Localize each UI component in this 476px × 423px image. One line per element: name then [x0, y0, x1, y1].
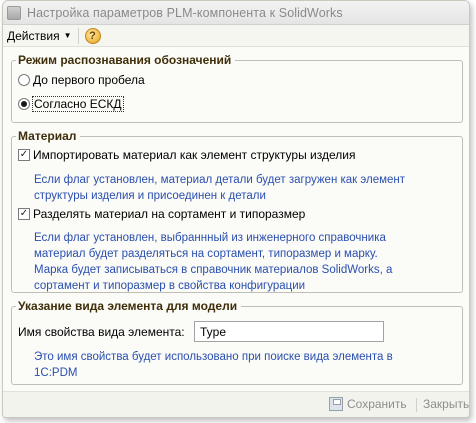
window-title: Настройка параметров PLM-компонента к So…	[27, 5, 343, 20]
radio-eskd[interactable]: Согласно ЕСКД	[18, 96, 124, 112]
element-type-hint-line1: Это имя свойства будет использовано при …	[34, 351, 393, 363]
button-bar: Сохранить Закрыть	[3, 391, 469, 417]
element-type-hint: Это имя свойства будет использовано при …	[34, 349, 454, 381]
split-material-check[interactable]: ✓	[18, 208, 30, 220]
split-hint-line3: Марка будет записываться в справочник ма…	[34, 264, 393, 276]
title-bar[interactable]: Настройка параметров PLM-компонента к So…	[3, 1, 469, 25]
app-icon	[7, 5, 21, 20]
import-hint-line2: структуры изделия и присоединен к детали	[34, 190, 266, 202]
element-type-group: Указание вида элемента для модели Имя св…	[11, 299, 463, 385]
import-hint-line1: Если флаг установлен, материал детали бу…	[34, 174, 406, 186]
toolbar-separator	[77, 27, 79, 44]
import-material-checkbox[interactable]: ✓ Импортировать материал как элемент стр…	[18, 148, 355, 162]
save-icon	[329, 397, 343, 411]
split-hint-line1: Если флаг установлен, выбраннный из инже…	[34, 232, 386, 244]
property-name-label: Имя свойства вида элемента:	[18, 325, 185, 339]
element-type-title: Указание вида элемента для модели	[18, 299, 238, 313]
import-material-hint: Если флаг установлен, материал детали бу…	[34, 172, 454, 204]
toolbar: Действия ▼ ?	[3, 25, 469, 47]
split-hint-line2: материал будет разделяться на сортамент,…	[34, 248, 378, 260]
property-name-input[interactable]	[194, 321, 384, 342]
actions-menu[interactable]: Действия ▼	[7, 29, 72, 43]
settings-dialog: Настройка параметров PLM-компонента к So…	[2, 0, 470, 418]
actions-menu-label: Действия	[7, 28, 60, 43]
radio-eskd-label: Согласно ЕСКД	[32, 96, 124, 112]
radio-first-space[interactable]: До первого пробела	[18, 73, 145, 87]
split-hint-line4: сортамент и типоразмер в свойства конфиг…	[34, 280, 306, 292]
close-button[interactable]: Закрыть	[423, 397, 469, 411]
save-button[interactable]: Сохранить	[329, 397, 407, 411]
button-separator	[416, 398, 417, 412]
help-icon[interactable]: ?	[84, 27, 101, 44]
radio-eskd-control[interactable]	[18, 98, 30, 110]
chevron-down-icon: ▼	[63, 31, 72, 40]
split-material-label: Разделять материал на сортамент и типора…	[33, 207, 306, 221]
designation-mode-group: Режим распознавания обозначений До перво…	[11, 53, 463, 123]
save-button-label: Сохранить	[347, 397, 407, 411]
radio-first-space-label: До первого пробела	[33, 73, 145, 87]
split-material-checkbox[interactable]: ✓ Разделять материал на сортамент и типо…	[18, 207, 305, 221]
radio-first-space-control[interactable]	[18, 74, 30, 86]
import-material-check[interactable]: ✓	[18, 149, 30, 161]
material-group: Материал ✓ Импортировать материал как эл…	[11, 129, 463, 293]
split-material-hint: Если флаг установлен, выбраннный из инже…	[34, 230, 454, 294]
element-type-hint-line2: 1C:PDM	[34, 367, 78, 379]
designation-mode-title: Режим распознавания обозначений	[18, 53, 232, 67]
import-material-label: Импортировать материал как элемент струк…	[33, 148, 356, 162]
material-title: Материал	[18, 129, 77, 143]
